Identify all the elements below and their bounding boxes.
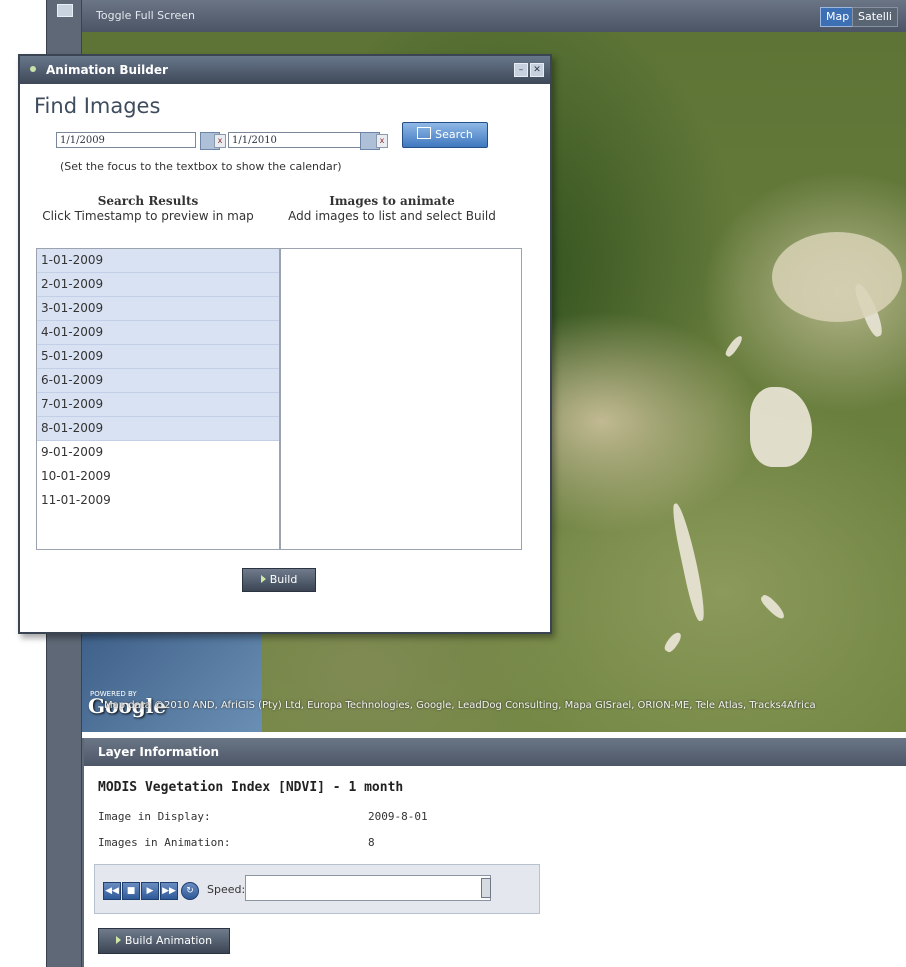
search-result-item[interactable]: 5-01-2009 — [37, 345, 279, 369]
images-in-animation-label: Images in Animation: — [98, 836, 231, 849]
animation-builder-window: Animation Builder – ✕ Find Images x x Se… — [18, 54, 552, 634]
build-animation-label: Build Animation — [124, 934, 213, 947]
top-toolbar: Toggle Full Screen Map Satelli — [82, 0, 906, 33]
speed-slider-fill — [246, 876, 486, 900]
search-results-list[interactable]: 1-01-2009 2-01-2009 3-01-2009 4-01-2009 5-01… — [36, 248, 280, 550]
minimize-icon[interactable]: – — [514, 63, 528, 77]
layer-name: MODIS Vegetation Index [NDVI] - 1 month — [98, 780, 404, 795]
stop-icon[interactable]: ■ — [122, 882, 140, 900]
search-results-subtitle: Click Timestamp to preview in map — [42, 209, 254, 223]
calendar-focus-hint: (Set the focus to the textbox to show th… — [60, 160, 342, 173]
search-result-item[interactable]: 11-01-2009 — [37, 489, 279, 513]
speed-slider[interactable] — [245, 875, 492, 901]
map-type-map-button[interactable]: Map — [820, 7, 856, 27]
clear-date-icon[interactable]: x — [214, 134, 226, 148]
images-to-animate-header: Images to animate Add images to list and… — [272, 194, 512, 224]
speed-label: Speed: — [207, 883, 246, 896]
clear-date-icon[interactable]: x — [376, 134, 388, 148]
lake-mweru — [758, 592, 788, 622]
date-to-input[interactable] — [228, 132, 368, 148]
date-from-input[interactable] — [56, 132, 196, 148]
window-bullet-icon — [30, 66, 36, 72]
map-attribution: Map data ©2010 AND, AfriGIS (Pty) Ltd, E… — [104, 700, 816, 711]
search-result-item[interactable]: 6-01-2009 — [37, 369, 279, 393]
panel-toggle-icon[interactable] — [57, 4, 73, 17]
build-button[interactable]: Build — [242, 568, 316, 592]
search-result-item[interactable]: 9-01-2009 — [37, 441, 279, 465]
find-images-heading: Find Images — [34, 94, 161, 118]
search-result-item[interactable]: 2-01-2009 — [37, 273, 279, 297]
layer-panel-header: Layer Information — [84, 738, 906, 766]
lake-albert — [723, 333, 745, 359]
map-type-satellite-button[interactable]: Satelli — [852, 7, 898, 27]
search-result-item[interactable]: 10-01-2009 — [37, 465, 279, 489]
play-arrow-icon — [260, 575, 266, 583]
search-result-item[interactable]: 3-01-2009 — [37, 297, 279, 321]
search-icon — [417, 127, 432, 139]
playback-controls: ◀◀ ■ ▶ ▶▶ ↻ Speed: — [94, 864, 540, 914]
search-results-title: Search Results — [97, 194, 199, 208]
loop-icon[interactable]: ↻ — [181, 882, 199, 900]
play-arrow-icon — [115, 936, 121, 944]
image-in-display-value: 2009-8-01 — [368, 810, 428, 823]
rewind-icon[interactable]: ◀◀ — [103, 882, 121, 900]
layer-information-panel: Layer Information MODIS Vegetation Index… — [82, 738, 906, 967]
images-to-animate-title: Images to animate — [329, 194, 455, 208]
build-button-label: Build — [269, 573, 298, 586]
lake-tanganyika — [669, 501, 709, 623]
search-result-item[interactable]: 7-01-2009 — [37, 393, 279, 417]
search-button[interactable]: Search — [402, 122, 488, 148]
lake-victoria — [750, 387, 812, 467]
lake-bangweulu — [662, 630, 684, 654]
search-button-label: Search — [435, 128, 473, 141]
search-result-item[interactable]: 1-01-2009 — [37, 249, 279, 273]
speed-slider-handle[interactable] — [481, 878, 492, 898]
close-icon[interactable]: ✕ — [530, 63, 544, 77]
images-to-animate-list[interactable] — [280, 248, 522, 550]
toggle-full-screen-link[interactable]: Toggle Full Screen — [96, 9, 195, 22]
images-in-animation-value: 8 — [368, 836, 375, 849]
search-result-item[interactable]: 8-01-2009 — [37, 417, 279, 441]
image-in-display-label: Image in Display: — [98, 810, 211, 823]
builder-titlebar[interactable]: Animation Builder – ✕ — [20, 56, 550, 84]
play-icon[interactable]: ▶ — [141, 882, 159, 900]
fast-forward-icon[interactable]: ▶▶ — [160, 882, 178, 900]
builder-title: Animation Builder — [46, 63, 168, 77]
images-to-animate-subtitle: Add images to list and select Build — [288, 209, 496, 223]
build-animation-button[interactable]: Build Animation — [98, 928, 230, 954]
search-result-item[interactable]: 4-01-2009 — [37, 321, 279, 345]
search-results-header: Search Results Click Timestamp to previe… — [28, 194, 268, 224]
highland-area — [772, 232, 902, 322]
